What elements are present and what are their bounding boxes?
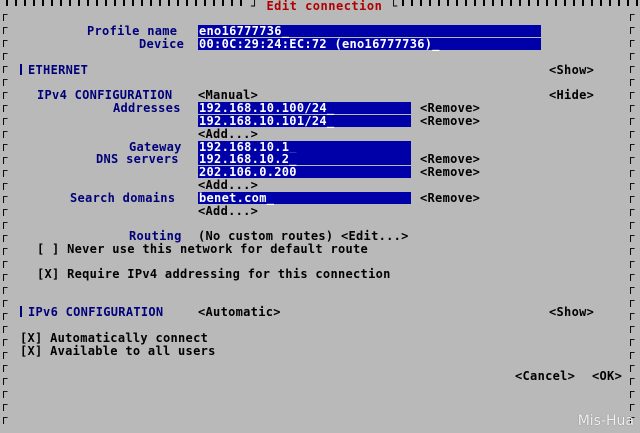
top-border-tick [447,0,449,6]
top-border-tick [492,0,494,6]
dns-servers-label: DNS servers [96,152,179,166]
top-border-tick [33,0,35,6]
right-border: Γ Γ Γ Γ Γ Γ Γ Γ Γ Γ Γ Γ Γ Γ Γ Γ Γ Γ Γ Γ … [629,13,636,427]
top-border-tick [42,0,44,6]
top-border-tick [6,0,8,6]
top-border-tick [474,0,476,6]
window-title: ┘ Edit connection └ [247,0,402,13]
device-label: Device [139,37,185,51]
top-border-tick [24,0,26,6]
top-border-tick [609,0,611,6]
search-domains-label: Search domains [70,191,176,205]
search-domain-field-1[interactable]: benet.com_ [198,192,411,204]
ok-button[interactable]: <OK> [592,370,622,383]
require-ipv4-checkbox[interactable]: [X] Require IPv4 addressing for this con… [37,268,391,281]
top-border-tick [105,0,107,6]
remove-address-2-button[interactable]: <Remove> [420,115,480,128]
top-border-tick [51,0,53,6]
top-border-tick [420,0,422,6]
address-field-2[interactable]: 192.168.10.101/24_ [198,115,411,127]
top-border-tick [573,0,575,6]
ipv6-method-select[interactable]: <Automatic> [198,306,281,319]
top-border-tick [465,0,467,6]
top-border-tick [195,0,197,6]
top-border-tick [411,0,413,6]
top-border-tick [141,0,143,6]
top-border-tick [438,0,440,6]
top-border-tick [186,0,188,6]
address-field-1[interactable]: 192.168.10.100/24_ [198,102,411,114]
top-border-tick [636,0,638,6]
top-border-tick [60,0,62,6]
top-border-tick [132,0,134,6]
top-border-tick [240,0,242,6]
top-border-tick [519,0,521,6]
top-border-tick [231,0,233,6]
left-border: Γ Γ Γ Γ Γ Γ Γ Γ Γ Γ Γ Γ Γ Γ Γ Γ Γ Γ Γ Γ … [2,13,9,427]
all-users-checkbox[interactable]: [X] Available to all users [20,345,216,358]
top-border-tick [429,0,431,6]
top-border-tick [546,0,548,6]
top-border-tick [402,0,404,6]
top-border-tick [96,0,98,6]
top-border-tick [150,0,152,6]
cancel-button[interactable]: <Cancel> [515,370,575,383]
tui-screen: ┘ Edit connection └ Γ Γ Γ Γ Γ Γ Γ Γ Γ Γ … [0,0,640,433]
top-border-tick [582,0,584,6]
ethernet-section[interactable]: ETHERNET [20,64,88,77]
top-border-tick [78,0,80,6]
ipv4-label: IPv4 CONFIGURATION [37,88,173,102]
top-border-tick [69,0,71,6]
top-border-tick [123,0,125,6]
top-border-tick [15,0,17,6]
remove-search-domain-button[interactable]: <Remove> [420,192,480,205]
ethernet-label: ETHERNET [28,63,89,77]
top-border-tick [222,0,224,6]
top-border-tick [618,0,620,6]
dns-field-1[interactable]: 192.168.10.2_ [198,153,411,165]
never-default-route-checkbox[interactable]: [ ] Never use this network for default r… [37,243,368,256]
top-border-tick [204,0,206,6]
ipv6-section[interactable]: IPv6 CONFIGURATION [20,306,163,319]
add-search-domain-button[interactable]: <Add...> [198,205,258,218]
top-border-tick [600,0,602,6]
top-border-tick [168,0,170,6]
top-border-tick [627,0,629,6]
top-border-tick [501,0,503,6]
top-border-tick [87,0,89,6]
top-border-tick [456,0,458,6]
addresses-label: Addresses [113,101,181,115]
top-border-tick [159,0,161,6]
device-field[interactable]: 00:0C:29:24:EC:72 (eno16777736)_ [198,38,541,50]
ipv6-show-button[interactable]: <Show> [549,306,594,319]
remove-dns-2-button[interactable]: <Remove> [420,166,480,179]
top-border-tick [528,0,530,6]
top-border-tick [537,0,539,6]
top-border-tick [564,0,566,6]
dns-field-2[interactable]: 202.106.0.200 [198,166,411,178]
ipv4-hide-button[interactable]: <Hide> [549,89,594,102]
top-border-tick [177,0,179,6]
watermark: Mis-Hua [577,413,634,429]
top-border-tick [114,0,116,6]
window-title-text: Edit connection [266,0,383,13]
profile-name-field[interactable]: eno16777736_ [198,25,541,37]
top-border-tick [555,0,557,6]
top-border-tick [591,0,593,6]
ipv6-label: IPv6 CONFIGURATION [28,305,164,319]
top-border-tick [213,0,215,6]
top-border-tick [483,0,485,6]
top-border-tick [510,0,512,6]
ethernet-show-button[interactable]: <Show> [549,64,594,77]
